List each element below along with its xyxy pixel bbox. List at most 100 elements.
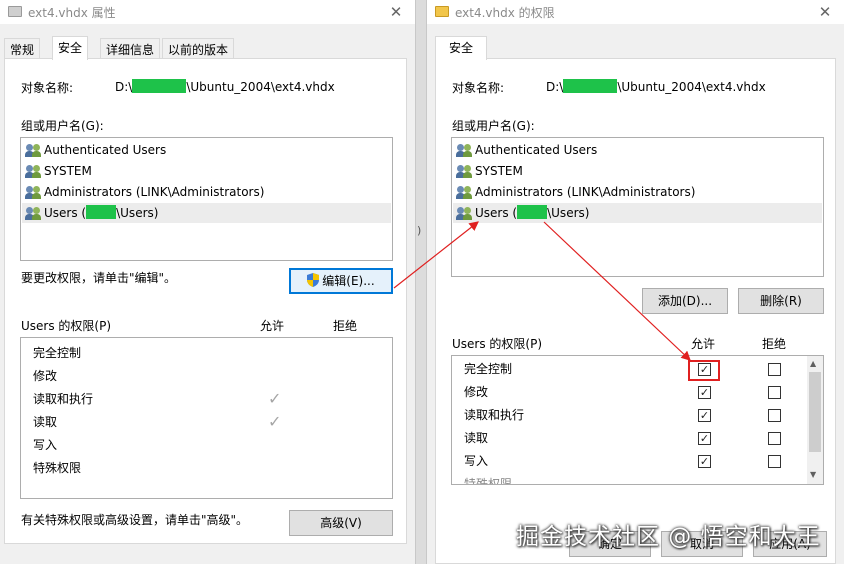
users-group-icon [25, 206, 41, 220]
perm-special: 特殊权限 [464, 477, 513, 485]
user-name: Authenticated Users [475, 143, 598, 157]
window-title: ext4.vhdx 的权限 [455, 6, 555, 20]
user-name: SYSTEM [44, 164, 92, 178]
group-label: 组或用户名(G): [452, 119, 535, 133]
perm-special: 特殊权限 [33, 461, 82, 475]
folder-icon [435, 6, 449, 17]
tab-details[interactable]: 详细信息 [100, 38, 161, 59]
advanced-button[interactable]: 高级(V) [289, 510, 393, 536]
allow-modify-checkbox[interactable]: ✓ [698, 386, 711, 399]
deny-read-execute-checkbox[interactable] [768, 409, 781, 422]
permissions-list: 完全控制 修改 读取和执行 读取 写入 特殊权限 ✓ ✓ [20, 337, 393, 499]
users-group-icon [456, 164, 472, 178]
close-button[interactable]: ✕ [816, 2, 834, 22]
allow-header: 允许 [691, 337, 716, 351]
deny-header: 拒绝 [762, 337, 787, 351]
user-name-suffix: \Users) [547, 206, 590, 220]
user-name: Administrators (LINK\Administrators) [44, 185, 265, 199]
user-list[interactable]: Authenticated Users SYSTEM Administrator… [20, 137, 393, 261]
list-item[interactable]: SYSTEM [22, 161, 391, 181]
object-name-value: D:\ \Ubuntu_2004\ext4.vhdx [546, 79, 766, 94]
tab-security[interactable]: 安全 [435, 36, 487, 60]
perm-read-execute: 读取和执行 [33, 392, 94, 406]
watermark: 掘金技术社区 @ 悟空和大王 [516, 524, 821, 550]
security-panel: 对象名称: D:\ \Ubuntu_2004\ext4.vhdx 组或用户名(G)… [4, 58, 407, 544]
user-list[interactable]: Authenticated Users SYSTEM Administrator… [451, 137, 824, 277]
object-name-label: 对象名称: [452, 81, 505, 95]
add-button[interactable]: 添加(D)... [642, 288, 728, 314]
permissions-scrollbar[interactable]: ▲ ▼ [807, 356, 823, 484]
perm-read-execute: 读取和执行 [464, 408, 525, 422]
group-label: 组或用户名(G): [21, 119, 104, 133]
object-name-value: D:\ \Ubuntu_2004\ext4.vhdx [115, 79, 335, 94]
gap-glyph: ) [417, 224, 422, 237]
users-group-icon [456, 185, 472, 199]
object-name-label: 对象名称: [21, 81, 74, 95]
perm-modify: 修改 [33, 369, 58, 383]
deny-header: 拒绝 [333, 319, 358, 333]
redaction-mark [132, 79, 187, 93]
list-item[interactable]: SYSTEM [453, 161, 822, 181]
advanced-hint: 有关特殊权限或高级设置，请单击"高级"。 [21, 513, 249, 527]
perm-modify: 修改 [464, 385, 489, 399]
highlight-box [688, 360, 720, 381]
list-item[interactable]: Authenticated Users [22, 140, 391, 160]
deny-write-checkbox[interactable] [768, 455, 781, 468]
remove-button[interactable]: 删除(R) [738, 288, 824, 314]
perm-full-control: 完全控制 [464, 362, 513, 376]
tab-general[interactable]: 常规 [4, 38, 41, 59]
window-title: ext4.vhdx 属性 [28, 6, 116, 20]
security-panel: 对象名称: D:\ \Ubuntu_2004\ext4.vhdx 组或用户名(G)… [435, 58, 836, 564]
scroll-down-icon[interactable]: ▼ [810, 470, 816, 479]
users-group-icon [25, 143, 41, 157]
allow-read-checkbox[interactable]: ✓ [698, 432, 711, 445]
list-item-selected[interactable]: Users ( \Users) [453, 203, 822, 223]
title-bar: ext4.vhdx 的权限 ✕ [427, 0, 844, 24]
list-item[interactable]: Authenticated Users [453, 140, 822, 160]
scroll-thumb[interactable] [809, 372, 821, 452]
users-group-icon [456, 143, 472, 157]
user-name: Administrators (LINK\Administrators) [475, 185, 696, 199]
title-bar: ext4.vhdx 属性 ✕ [0, 0, 415, 24]
allow-read-execute-checkbox[interactable]: ✓ [698, 409, 711, 422]
deny-modify-checkbox[interactable] [768, 386, 781, 399]
object-path-drive: D:\ [115, 80, 133, 94]
edit-button-label: 编辑(E)... [322, 274, 375, 288]
perm-read: 读取 [464, 431, 489, 445]
list-item[interactable]: Administrators (LINK\Administrators) [22, 182, 391, 202]
users-group-icon [25, 164, 41, 178]
uac-shield-icon [307, 273, 320, 287]
change-hint: 要更改权限，请单击"编辑"。 [21, 271, 177, 285]
tab-security[interactable]: 安全 [52, 36, 89, 60]
deny-full-control-checkbox[interactable] [768, 363, 781, 376]
deny-read-checkbox[interactable] [768, 432, 781, 445]
perm-read: 读取 [33, 415, 58, 429]
users-group-icon [25, 185, 41, 199]
list-item[interactable]: Administrators (LINK\Administrators) [453, 182, 822, 202]
list-item-selected[interactable]: Users (\Users) [22, 203, 391, 223]
perm-full-control: 完全控制 [33, 346, 82, 360]
perm-write: 写入 [33, 438, 58, 452]
allow-check-icon: ✓ [268, 412, 282, 431]
edit-button[interactable]: 编辑(E)... [289, 268, 393, 294]
allow-write-checkbox[interactable]: ✓ [698, 455, 711, 468]
redaction-mark [517, 205, 548, 219]
allow-check-icon: ✓ [268, 389, 282, 408]
permissions-title: Users 的权限(P) [21, 319, 112, 333]
user-name: SYSTEM [475, 164, 523, 178]
perm-write: 写入 [464, 454, 489, 468]
tab-previous-versions[interactable]: 以前的版本 [162, 38, 235, 59]
allow-header: 允许 [260, 319, 285, 333]
permissions-list[interactable]: 完全控制 修改 读取和执行 读取 写入 特殊权限 ✓ ✓ ✓ ✓ ✓ ▲ ▼ [451, 355, 824, 485]
object-path-rest: \Ubuntu_2004\ext4.vhdx [617, 80, 766, 94]
properties-window: ext4.vhdx 属性 ✕ 常规 安全 详细信息 以前的版本 对象名称: D:… [0, 0, 416, 564]
permissions-window: ext4.vhdx 的权限 ✕ 安全 对象名称: D:\ \Ubuntu_2004… [426, 0, 844, 564]
object-path-drive: D:\ [546, 80, 564, 94]
close-button[interactable]: ✕ [387, 2, 405, 22]
scroll-up-icon[interactable]: ▲ [810, 359, 816, 368]
user-name-prefix: Users ( [475, 206, 518, 220]
window-gap: ) [416, 0, 426, 564]
user-name: Authenticated Users [44, 143, 167, 157]
redaction-mark [86, 205, 117, 219]
object-path-rest: \Ubuntu_2004\ext4.vhdx [186, 80, 335, 94]
